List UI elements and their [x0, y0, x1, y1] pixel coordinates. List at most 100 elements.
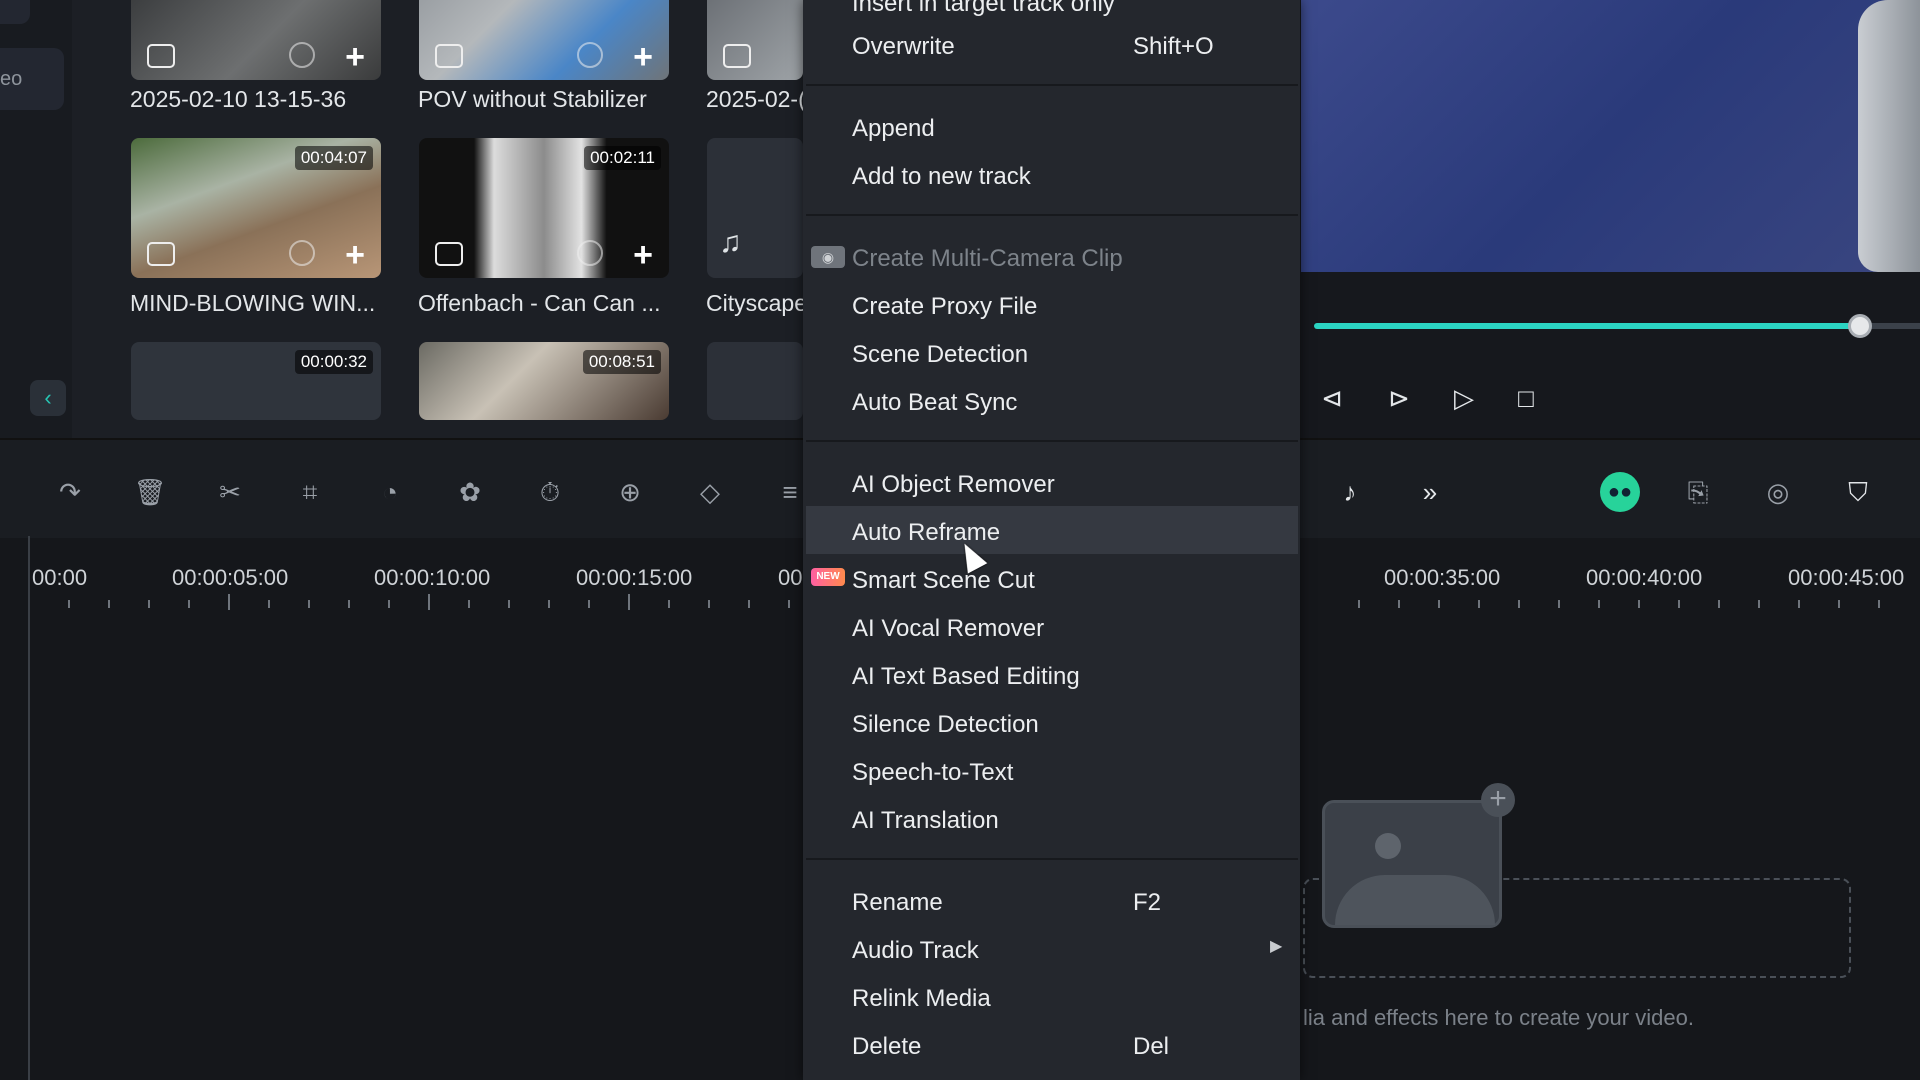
add-icon[interactable]: + [633, 238, 653, 272]
ruler-label: 00:00:35:00 [1384, 565, 1501, 590]
menu-item-auto-reframe[interactable]: Auto Reframe [852, 519, 1000, 547]
menu-item-insert-target[interactable]: Insert in target track only [852, 0, 1115, 18]
prev-frame-icon[interactable]: ⊲ [1316, 382, 1348, 414]
multicam-icon: ◉ [811, 246, 845, 268]
crop-icon[interactable]: ⌗ [292, 474, 328, 510]
ruler-tick [508, 600, 510, 608]
menu-item-translation[interactable]: AI Translation [852, 807, 999, 835]
menu-item-audio-track[interactable]: Audio Track [852, 937, 979, 965]
menu-item-text-editing[interactable]: AI Text Based Editing [852, 663, 1080, 691]
media-thumb[interactable]: 00:02:11 + [419, 138, 669, 278]
chevron-left-icon: ‹ [44, 385, 52, 410]
ruler-tick [588, 600, 590, 608]
ruler-tick [1478, 600, 1480, 608]
menu-item-proxy[interactable]: Create Proxy File [852, 293, 1037, 321]
menu-item-relink[interactable]: Relink Media [852, 985, 991, 1013]
duration-badge: 00:00:32 [294, 350, 373, 374]
add-media-icon[interactable]: + [1481, 783, 1515, 817]
menu-separator [806, 214, 1298, 216]
stop-icon[interactable]: □ [1510, 382, 1542, 414]
render-icon[interactable]: ◎ [1760, 474, 1796, 510]
menu-item-scene-detection[interactable]: Scene Detection [852, 341, 1028, 369]
music-note-icon: ♫ [719, 226, 742, 259]
add-icon[interactable]: + [345, 40, 365, 74]
menu-item-speech-to-text[interactable]: Speech-to-Text [852, 759, 1013, 787]
ruler-tick [1598, 600, 1600, 608]
redo-icon[interactable]: ↷ [52, 474, 88, 510]
menu-item-rename[interactable]: Rename [852, 889, 943, 917]
ruler-tick [1518, 600, 1520, 608]
ruler-label: 00:00:40:00 [1586, 565, 1703, 590]
rail-item-top[interactable] [0, 0, 30, 24]
timeline-edge [28, 536, 30, 1080]
media-thumb[interactable] [707, 0, 803, 80]
menu-item-append[interactable]: Append [852, 115, 935, 143]
ruler-label: 00:00:15:00 [576, 565, 693, 590]
ruler-tick [1558, 600, 1560, 608]
shield-icon[interactable]: ⛉ [1840, 474, 1876, 510]
ai-crop-icon[interactable]: ⊕ [612, 474, 648, 510]
menu-item-silence[interactable]: Silence Detection [852, 711, 1039, 739]
delete-icon[interactable]: 🗑 [132, 474, 168, 510]
media-thumb[interactable]: 00:08:51 [419, 342, 669, 420]
media-title: POV without Stabilizer [418, 86, 647, 112]
menu-item-vocal-remover[interactable]: AI Vocal Remover [852, 615, 1044, 643]
add-icon[interactable]: + [345, 238, 365, 272]
cut-icon[interactable]: ✂ [212, 474, 248, 510]
ruler-tick [428, 594, 430, 610]
add-clip-icon[interactable]: ⎘ [1680, 474, 1716, 510]
keyframe-icon[interactable]: ◇ [692, 474, 728, 510]
media-thumb[interactable]: 00:00:32 [131, 342, 381, 420]
ruler-tick [228, 594, 230, 610]
ruler-tick [548, 600, 550, 608]
preview-icon [577, 42, 603, 68]
ruler-label: 00:00:10:00 [374, 565, 491, 590]
image-icon-hill [1335, 875, 1495, 925]
menu-separator [806, 84, 1298, 86]
menu-item-object-remover[interactable]: AI Object Remover [852, 471, 1055, 499]
play-icon[interactable]: ▷ [1448, 382, 1480, 414]
clip-icon [435, 242, 463, 266]
media-thumb[interactable]: + [131, 0, 381, 80]
menu-item-delete[interactable]: Delete [852, 1033, 921, 1061]
menu-item-add-new-track[interactable]: Add to new track [852, 163, 1031, 191]
next-frame-icon[interactable]: ⊳ [1383, 382, 1415, 414]
clip-icon [723, 44, 751, 68]
audio-ai-icon[interactable]: ♪ [1332, 474, 1368, 510]
preview-icon [289, 42, 315, 68]
media-thumb[interactable]: 00:04:07 + [131, 138, 381, 278]
menu-item-overwrite[interactable]: Overwrite [852, 33, 955, 61]
media-thumb[interactable]: + [419, 0, 669, 80]
media-thumb[interactable] [707, 342, 803, 420]
new-badge: NEW [811, 568, 845, 586]
menu-separator [806, 440, 1298, 442]
back-button[interactable]: ‹ [30, 380, 66, 416]
ruler-tick [788, 600, 790, 608]
ruler-tick [1758, 600, 1760, 608]
media-thumb[interactable]: ♫ [707, 138, 803, 278]
media-title: Cityscape [706, 290, 807, 316]
timer-icon[interactable]: ⏱ [532, 474, 568, 510]
color-icon[interactable]: ✿ [452, 474, 488, 510]
ruler-tick [68, 600, 70, 608]
clip-icon [147, 242, 175, 266]
menu-item-smart-scene-cut[interactable]: Smart Scene Cut [852, 567, 1035, 595]
ruler-tick [748, 600, 750, 608]
menu-item-beat-sync[interactable]: Auto Beat Sync [852, 389, 1017, 417]
duration-badge: 00:08:51 [582, 350, 661, 374]
ai-assistant-icon[interactable]: ●● [1600, 472, 1640, 512]
preview-icon [577, 240, 603, 266]
add-icon[interactable]: + [633, 40, 653, 74]
ruler-tick [1398, 600, 1400, 608]
shortcut-delete: Del [1133, 1033, 1170, 1060]
preview-progress-fill[interactable] [1314, 323, 1859, 329]
speed-icon[interactable]: ◔ [372, 474, 408, 510]
ruler-tick [1798, 600, 1800, 608]
more-icon[interactable]: » [1412, 474, 1448, 510]
rail-item-video[interactable]: eo [0, 48, 64, 110]
preview-scrub-handle[interactable] [1848, 314, 1872, 338]
duration-badge: 00:04:07 [294, 146, 373, 170]
ruler-tick [1638, 600, 1640, 608]
ruler-label: 00:00:05:00 [172, 565, 289, 590]
media-title: MIND-BLOWING WIN... [130, 290, 376, 316]
